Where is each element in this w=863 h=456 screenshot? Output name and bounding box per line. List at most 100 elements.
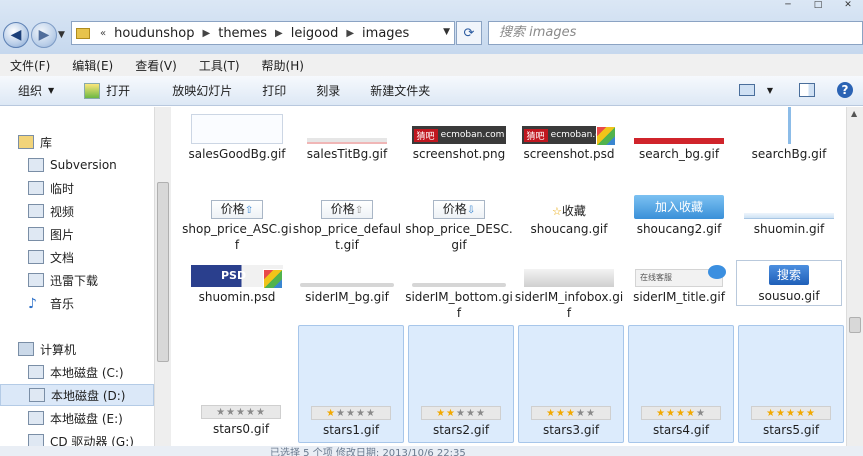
organize-button[interactable]: 组织 ▼ <box>18 82 54 99</box>
file-item[interactable]: 猜吧 ecmoban.com screenshot.png <box>404 107 514 162</box>
address-dropdown-icon[interactable]: ▼ <box>443 27 450 37</box>
nav-item-documents[interactable]: 文档 <box>28 246 172 268</box>
star-empty-icon: ★ <box>695 407 706 419</box>
breadcrumb-overflow-icon[interactable]: « <box>96 28 110 39</box>
file-item[interactable]: ☆收藏 shoucang.gif <box>514 195 624 237</box>
forward-button[interactable]: ▶ <box>31 22 57 48</box>
change-view-icon[interactable] <box>738 84 755 96</box>
file-thumbnail: ☆收藏 <box>552 202 586 219</box>
file-item-stars2[interactable]: ★ ★ ★ ★ ★ stars2.gif <box>408 325 514 443</box>
refresh-button[interactable]: ⟳ <box>456 21 482 45</box>
scroll-up-icon[interactable]: ▲ <box>851 109 857 118</box>
nav-drive-e[interactable]: 本地磁盘 (E:) <box>28 407 172 429</box>
back-button[interactable]: ◀ <box>3 22 29 48</box>
breadcrumb-leigood[interactable]: leigood <box>287 26 343 41</box>
file-item[interactable]: 在线客服 siderIM_title.gif <box>624 261 734 305</box>
minimize-icon[interactable]: ─ <box>773 0 803 14</box>
file-thumbnail <box>412 283 506 287</box>
close-icon[interactable]: ✕ <box>833 0 863 14</box>
file-item[interactable]: siderIM_infobox.gif <box>514 261 624 321</box>
file-item[interactable]: salesGoodBg.gif <box>182 107 292 162</box>
menu-file[interactable]: 文件(F) <box>10 57 50 74</box>
file-item[interactable]: 搜索 sousuo.gif <box>736 260 846 306</box>
file-item[interactable]: 加入收藏 shoucang2.gif <box>624 191 734 237</box>
menu-tools[interactable]: 工具(T) <box>199 57 240 74</box>
sort-default-icon: ⇧ <box>354 205 364 216</box>
file-item[interactable]: salesTitBg.gif <box>292 107 402 162</box>
rating-stars-thumbnail: ★ ★ ★ ★ ★ <box>201 405 281 419</box>
slideshow-button[interactable]: 放映幻灯片 <box>172 82 232 99</box>
breadcrumb-images[interactable]: images <box>358 26 413 41</box>
file-item[interactable]: 价格⇩ shop_price_DESC.gif <box>404 195 514 253</box>
menu-view[interactable]: 查看(V) <box>135 57 177 74</box>
file-thumbnail <box>307 138 387 144</box>
file-item[interactable]: siderIM_bg.gif <box>292 261 402 305</box>
content-scrollbar[interactable]: ▲ ▼ <box>846 107 863 456</box>
history-dropdown-icon[interactable]: ▼ <box>58 30 65 40</box>
print-button[interactable]: 打印 <box>262 82 286 99</box>
rating-stars-thumbnail: ★ ★ ★ ★ ★ <box>641 406 721 420</box>
help-icon[interactable]: ? <box>837 82 853 98</box>
file-item-stars4[interactable]: ★ ★ ★ ★ ★ stars4.gif <box>628 325 734 443</box>
file-item[interactable]: 价格⇧ shop_price_default.gif <box>292 195 402 253</box>
file-name: shop_price_DESC.gif <box>405 222 513 252</box>
file-item-stars0[interactable]: ★ ★ ★ ★ ★ stars0.gif <box>186 325 296 443</box>
nav-computer[interactable]: 计算机 <box>18 338 172 360</box>
address-bar[interactable]: « houdunshop ▶ themes ▶ leigood ▶ images… <box>71 21 455 45</box>
file-item[interactable]: 价格⇧ shop_price_ASC.gif <box>182 195 292 253</box>
nav-scrollbar[interactable] <box>154 107 171 456</box>
nav-item-music[interactable]: ♪ 音乐 <box>28 292 172 314</box>
new-folder-button[interactable]: 新建文件夹 <box>370 82 430 99</box>
nav-drive-d[interactable]: 本地磁盘 (D:) <box>0 384 154 406</box>
nav-item-thunder-downloads[interactable]: 迅雷下载 <box>28 269 172 291</box>
burn-button[interactable]: 刻录 <box>316 82 340 99</box>
file-item[interactable]: search_bg.gif <box>624 107 734 162</box>
nav-item-subversion[interactable]: Subversion <box>28 154 172 176</box>
file-name: siderIM_bg.gif <box>305 290 389 304</box>
breadcrumb-separator-icon[interactable]: ▶ <box>199 28 215 39</box>
nav-drive-c[interactable]: 本地磁盘 (C:) <box>28 361 172 383</box>
nav-library[interactable]: 库 <box>18 131 172 153</box>
title-bar: ─ □ ✕ ◀ ▶ ▼ « houdunshop ▶ themes ▶ leig… <box>0 0 863 54</box>
nav-item-videos[interactable]: 视频 <box>28 200 172 222</box>
breadcrumb-themes[interactable]: themes <box>214 26 271 41</box>
preview-pane-icon[interactable] <box>799 83 815 97</box>
menu-help[interactable]: 帮助(H) <box>262 57 304 74</box>
nav-item-temp[interactable]: 临时 <box>28 177 172 199</box>
file-item-stars1[interactable]: ★ ★ ★ ★ ★ stars1.gif <box>298 325 404 443</box>
picture-library-icon <box>28 227 44 241</box>
file-list: salesGoodBg.gif salesTitBg.gif 猜吧 ecmoban… <box>172 107 846 456</box>
file-item-stars5[interactable]: ★ ★ ★ ★ ★ stars5.gif <box>738 325 844 443</box>
nav-drive-label: 本地磁盘 (E:) <box>50 411 123 426</box>
file-item[interactable]: shuomin.gif <box>734 195 844 237</box>
file-thumbnail-frame: 搜索 sousuo.gif <box>736 260 842 306</box>
star-filled-icon: ★ <box>685 407 696 419</box>
file-thumbnail: 价格⇧ <box>321 200 373 219</box>
star-empty-icon: ★ <box>255 406 266 418</box>
file-name: shuomin.psd <box>198 290 276 304</box>
thumbnail-text: 价格 <box>330 202 355 216</box>
breadcrumb-houdunshop[interactable]: houdunshop <box>110 26 198 41</box>
photoshop-icon <box>596 126 616 146</box>
open-button[interactable]: 打开 <box>84 82 130 99</box>
file-item[interactable]: 猜吧 ecmoban.com screenshot.psd <box>514 107 624 162</box>
nav-item-pictures[interactable]: 图片 <box>28 223 172 245</box>
file-name: siderIM_infobox.gif <box>514 290 624 320</box>
thumbnail-text: 价格 <box>442 202 467 216</box>
back-arrow-icon: ◀ <box>10 27 22 43</box>
view-dropdown-icon[interactable]: ▼ <box>767 86 773 95</box>
photoshop-icon <box>263 269 283 289</box>
file-item[interactable]: PSD shuomin.psd <box>182 261 292 305</box>
file-item-stars3[interactable]: ★ ★ ★ ★ ★ stars3.gif <box>518 325 624 443</box>
nav-scrollbar-thumb[interactable] <box>157 182 169 362</box>
content-scrollbar-thumb[interactable] <box>849 317 861 333</box>
file-item[interactable]: siderIM_bottom.gif <box>404 261 514 321</box>
menu-edit[interactable]: 编辑(E) <box>72 57 113 74</box>
file-item[interactable]: searchBg.gif <box>734 107 844 162</box>
maximize-icon[interactable]: □ <box>803 0 833 14</box>
file-name: stars5.gif <box>762 423 820 437</box>
breadcrumb-separator-icon[interactable]: ▶ <box>342 28 358 39</box>
breadcrumb-separator-icon[interactable]: ▶ <box>271 28 287 39</box>
video-library-icon <box>28 204 44 218</box>
search-input[interactable]: 搜索 images <box>488 21 863 45</box>
